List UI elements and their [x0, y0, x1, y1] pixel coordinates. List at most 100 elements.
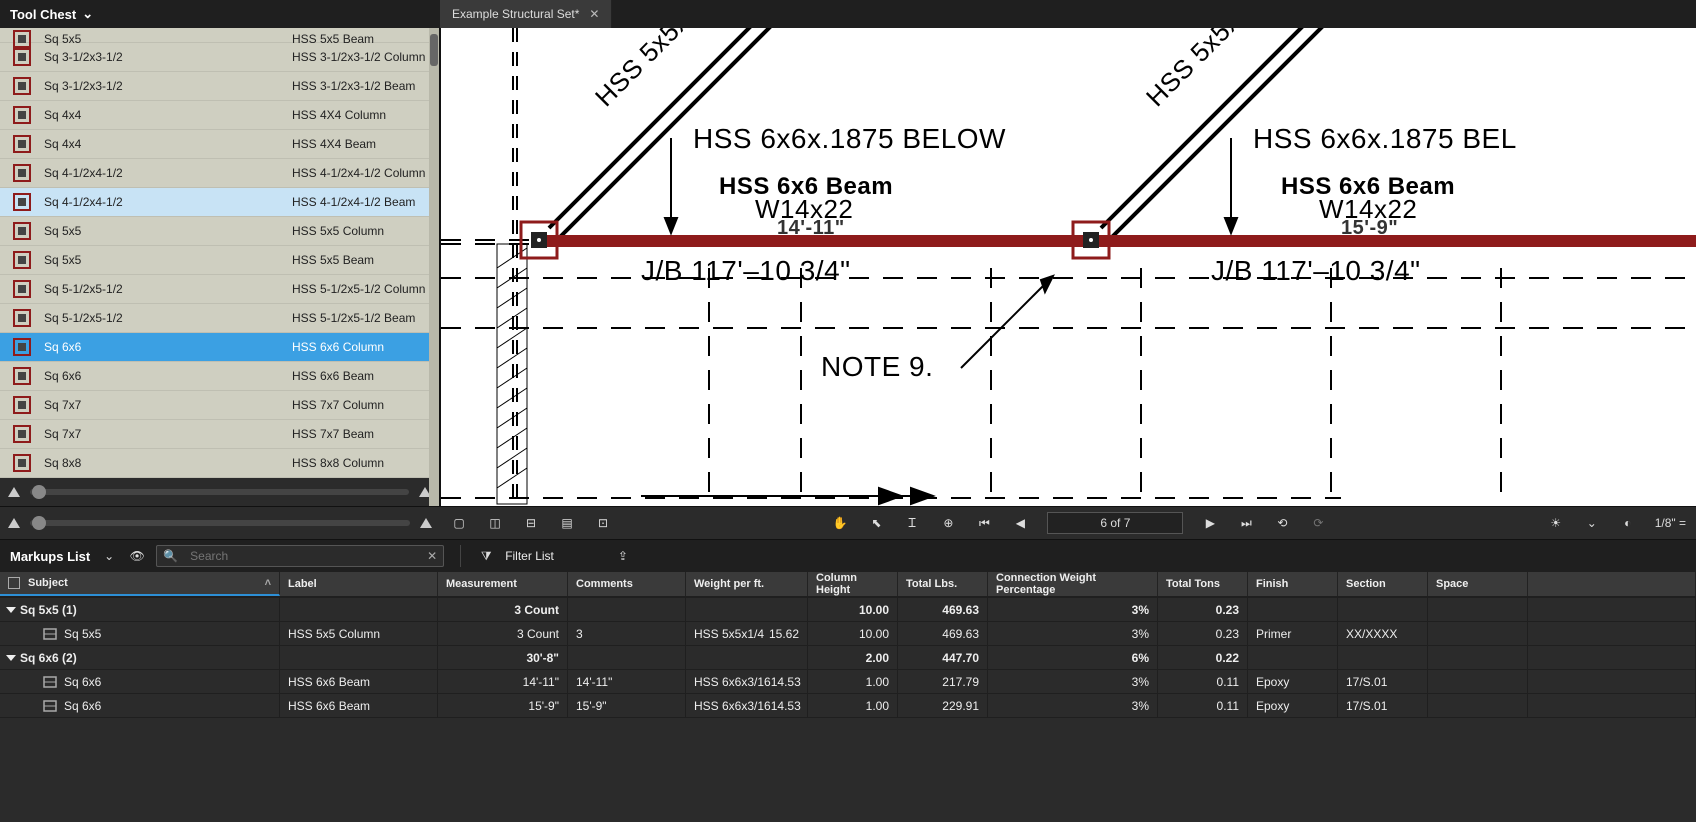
filter-icon[interactable]: ⧩	[477, 547, 495, 565]
tool-chest-item[interactable]: Sq 5x5HSS 5x5 Beam	[0, 28, 439, 43]
tool-chest-item[interactable]: Sq 4-1/2x4-1/2HSS 4-1/2x4-1/2 Beam	[0, 188, 439, 217]
tool-chest-item[interactable]: Sq 8x8HSS 8x8 Column	[0, 449, 439, 478]
tool-icon	[0, 133, 44, 155]
column-header[interactable]: Weight per ft.	[686, 572, 808, 596]
single-page-icon[interactable]: ▢	[450, 514, 468, 532]
tool-chest-item[interactable]: Sq 5-1/2x5-1/2HSS 5-1/2x5-1/2 Beam	[0, 304, 439, 333]
tool-chest-item[interactable]: Sq 5x5HSS 5x5 Column	[0, 217, 439, 246]
column-header[interactable]: Total Tons	[1158, 572, 1248, 596]
tool-desc: HSS 4-1/2x4-1/2 Beam	[292, 195, 439, 209]
chevron-down-icon: ⌄	[82, 6, 93, 22]
column-header[interactable]: Connection Weight Percentage	[988, 572, 1158, 596]
markup-icon	[42, 627, 58, 641]
clear-search-icon[interactable]: ✕	[421, 549, 443, 563]
split-horizontal-icon[interactable]: ⊟	[522, 514, 540, 532]
select-icon[interactable]: ⬉	[867, 514, 885, 532]
markup-group-row[interactable]: Sq 6x6 (2)30'-8"2.00447.706%0.22	[0, 646, 1696, 670]
column-header[interactable]: Total Lbs.	[898, 572, 988, 596]
chevron-down-icon[interactable]: ⌄	[1583, 514, 1601, 532]
tool-icon	[0, 75, 44, 97]
zoom-scale[interactable]: 1/8" =	[1655, 516, 1686, 530]
dim-icon[interactable]: ◐	[1619, 514, 1637, 532]
last-page-icon[interactable]: ⏭	[1237, 514, 1255, 532]
expand-icon[interactable]	[6, 607, 16, 613]
markup-group-row[interactable]: Sq 5x5 (1)3 Count10.00469.633%0.23	[0, 598, 1696, 622]
page-indicator[interactable]: 6 of 7	[1047, 512, 1183, 534]
markup-item-row[interactable]: Sq 5x5HSS 5x5 Column3 Count3HSS 5x5x1/41…	[0, 622, 1696, 646]
tool-chest-item[interactable]: Sq 3-1/2x3-1/2HSS 3-1/2x3-1/2 Beam	[0, 72, 439, 101]
document-tab-bar: Example Structural Set* ✕	[440, 0, 1696, 28]
fit-page-icon[interactable]: ⊡	[594, 514, 612, 532]
tool-chest-item[interactable]: Sq 4x4HSS 4X4 Column	[0, 101, 439, 130]
pan-icon[interactable]: ✋	[831, 514, 849, 532]
hide-markups-icon[interactable]: 👁	[128, 547, 146, 565]
split-vertical-icon[interactable]: ◫	[486, 514, 504, 532]
tool-chest-item[interactable]: Sq 3-1/2x3-1/2HSS 3-1/2x3-1/2 Column	[0, 43, 439, 72]
tool-chest-item[interactable]: Sq 4-1/2x4-1/2HSS 4-1/2x4-1/2 Column	[0, 159, 439, 188]
close-icon[interactable]: ✕	[589, 7, 599, 21]
column-header[interactable]: Label	[280, 572, 438, 596]
tool-chest-title-bar[interactable]: Tool Chest ⌄	[0, 0, 440, 28]
tool-chest-footer	[0, 478, 439, 506]
tool-chest-item[interactable]: Sq 4x4HSS 4X4 Beam	[0, 130, 439, 159]
column-header[interactable]: Column Height	[808, 572, 898, 596]
tool-desc: HSS 3-1/2x3-1/2 Beam	[292, 79, 439, 93]
back-view-icon[interactable]: ⟲	[1273, 514, 1291, 532]
chevron-down-icon[interactable]: ⌄	[100, 547, 118, 565]
sort-icon[interactable]: ˄	[265, 577, 271, 589]
first-page-icon[interactable]: ⏮	[975, 514, 993, 532]
svg-text:HSS 6x6x.1875 BEL: HSS 6x6x.1875 BEL	[1253, 123, 1517, 154]
forward-view-icon[interactable]: ⟳	[1309, 514, 1327, 532]
column-header[interactable]: Subject˄	[0, 572, 280, 596]
column-header[interactable]: Measurement	[438, 572, 568, 596]
tool-chest-item[interactable]: Sq 6x6HSS 6x6 Beam	[0, 362, 439, 391]
tool-desc: HSS 4X4 Beam	[292, 137, 439, 151]
tool-chest-item[interactable]: Sq 7x7HSS 7x7 Beam	[0, 420, 439, 449]
column-header[interactable]	[1528, 572, 1696, 596]
tool-name: Sq 5x5	[44, 32, 292, 46]
tool-chest-item[interactable]: Sq 5-1/2x5-1/2HSS 5-1/2x5-1/2 Column	[0, 275, 439, 304]
markups-body[interactable]: Sq 5x5 (1)3 Count10.00469.633%0.23Sq 5x5…	[0, 598, 1696, 822]
scrollbar[interactable]	[429, 28, 439, 506]
brightness-icon[interactable]: ☀	[1547, 514, 1565, 532]
tool-icon	[0, 336, 44, 358]
page-layout-icon[interactable]: ▤	[558, 514, 576, 532]
column-header[interactable]: Section	[1338, 572, 1428, 596]
triangle-up-icon[interactable]	[8, 518, 20, 528]
filter-list-label[interactable]: Filter List	[505, 549, 554, 563]
tool-chest-item[interactable]: Sq 5x5HSS 5x5 Beam	[0, 246, 439, 275]
tool-desc: HSS 5x5 Beam	[292, 32, 439, 46]
tool-desc: HSS 6x6 Beam	[292, 369, 439, 383]
triangle-up-icon[interactable]	[8, 487, 20, 497]
export-icon[interactable]: ⇪	[614, 547, 632, 565]
tool-icon	[0, 191, 44, 213]
document-tab[interactable]: Example Structural Set* ✕	[440, 0, 612, 28]
tool-name: Sq 4-1/2x4-1/2	[44, 195, 292, 209]
next-page-icon[interactable]: ▶	[1201, 514, 1219, 532]
expand-icon[interactable]	[6, 655, 16, 661]
prev-page-icon[interactable]: ◀	[1011, 514, 1029, 532]
column-header[interactable]: Comments	[568, 572, 686, 596]
tool-icon	[0, 46, 44, 68]
tool-desc: HSS 5-1/2x5-1/2 Beam	[292, 311, 439, 325]
columns-menu-icon[interactable]	[8, 577, 20, 589]
markup-item-row[interactable]: Sq 6x6HSS 6x6 Beam15'-9"15'-9"HSS 6x6x3/…	[0, 694, 1696, 718]
column-header[interactable]: Space	[1428, 572, 1528, 596]
search-icon: 🔍	[157, 549, 184, 563]
column-header[interactable]: Finish	[1248, 572, 1338, 596]
tool-icon	[0, 220, 44, 242]
triangle-up-icon[interactable]	[420, 518, 432, 528]
tool-icon	[0, 162, 44, 184]
text-select-icon[interactable]: Ꮖ	[903, 514, 921, 532]
zoom-slider[interactable]	[30, 520, 410, 526]
zoom-slider[interactable]	[30, 489, 409, 495]
tool-chest-item[interactable]: Sq 7x7HSS 7x7 Column	[0, 391, 439, 420]
tool-desc: HSS 5-1/2x5-1/2 Column	[292, 282, 439, 296]
tool-name: Sq 5x5	[44, 253, 292, 267]
search-input[interactable]	[184, 549, 421, 563]
tool-chest-item[interactable]: Sq 6x6HSS 6x6 Column	[0, 333, 439, 362]
zoom-icon[interactable]: ⊕	[939, 514, 957, 532]
drawing-canvas[interactable]: HSS 5x5x.25 HSS 5x5x.25 HSS 6x6x.1875 BE…	[440, 28, 1696, 506]
markup-item-row[interactable]: Sq 6x6HSS 6x6 Beam14'-11"14'-11"HSS 6x6x…	[0, 670, 1696, 694]
markups-search[interactable]: 🔍 ✕	[156, 545, 444, 567]
